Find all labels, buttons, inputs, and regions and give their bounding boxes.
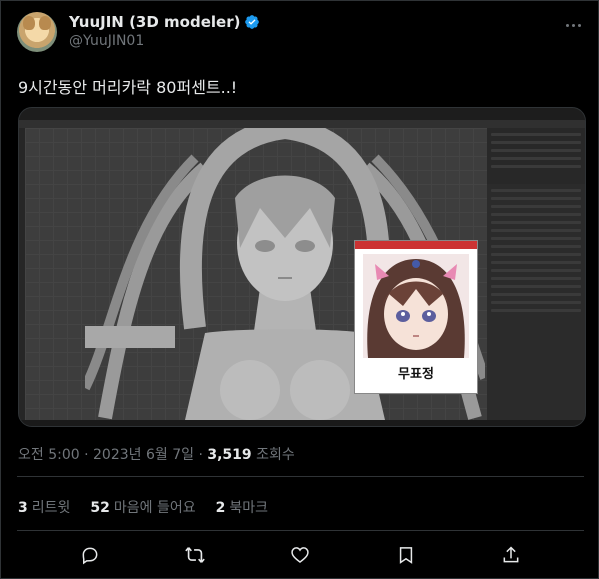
bookmark-button[interactable] <box>394 543 418 567</box>
tweet-text: 9시간동안 머리카락 80퍼센트..! <box>18 78 238 97</box>
verified-badge-icon <box>245 15 260 29</box>
share-icon <box>503 546 519 563</box>
reply-button[interactable] <box>78 543 102 567</box>
retweet-button[interactable] <box>183 543 207 567</box>
bookmark-stat[interactable]: 2 북마크 <box>216 497 268 517</box>
tweet-date[interactable]: 2023년 6월 7일 <box>93 447 194 463</box>
blender-titlebar <box>19 108 585 120</box>
author-display-name[interactable]: YuuJIN (3D modeler) <box>69 13 240 31</box>
engagement-stats: 3 리트윗 52 마음에 들어요 2 북마크 <box>18 497 268 517</box>
like-count: 52 <box>90 500 110 516</box>
heart-icon <box>291 547 310 564</box>
action-bar <box>17 531 584 579</box>
like-label: 마음에 들어요 <box>113 500 196 516</box>
reply-icon <box>82 547 98 565</box>
view-count: 3,519 <box>207 447 252 463</box>
reference-expression-label: 무표정 <box>398 367 434 382</box>
avatar-ear-right <box>39 16 51 30</box>
avatar-ear-left <box>23 16 35 30</box>
author-name-row: YuuJIN (3D modeler) <box>69 13 260 31</box>
share-button[interactable] <box>499 543 523 567</box>
tweet-media-image[interactable]: 무표정 <box>18 107 586 427</box>
retweet-icon <box>185 547 205 563</box>
retweet-label: 리트윗 <box>31 500 71 516</box>
author-handle[interactable]: @YuuJIN01 <box>69 33 144 49</box>
like-stat[interactable]: 52 마음에 들어요 <box>90 497 195 517</box>
tweet-time[interactable]: 오전 5:00 <box>18 447 80 463</box>
tweet-container: YuuJIN (3D modeler) @YuuJIN01 9시간동안 머리카락… <box>0 0 599 579</box>
bookmark-icon <box>399 547 413 564</box>
bookmark-label: 북마크 <box>229 500 268 516</box>
view-count-label: 조회수 <box>256 447 295 463</box>
avatar[interactable] <box>17 12 57 52</box>
bookmark-count: 2 <box>215 500 226 516</box>
reference-image-window: 무표정 <box>354 240 478 394</box>
blender-menubar <box>19 120 585 133</box>
more-icon <box>565 23 569 27</box>
meta-separator: · <box>84 447 94 463</box>
reference-character-illustration <box>363 254 469 358</box>
retweet-count: 3 <box>18 500 28 516</box>
like-button[interactable] <box>288 543 312 567</box>
blender-outliner <box>487 128 585 184</box>
tweet-meta: 오전 5:00 · 2023년 6월 7일 · 3,519 조회수 <box>18 444 295 464</box>
reference-window-titlebar <box>355 241 477 249</box>
blender-properties-panel <box>487 184 585 420</box>
more-options-button[interactable] <box>563 15 583 35</box>
retweet-stat[interactable]: 3 리트윗 <box>18 497 70 517</box>
divider <box>17 476 584 477</box>
blender-statusbar <box>19 420 585 426</box>
